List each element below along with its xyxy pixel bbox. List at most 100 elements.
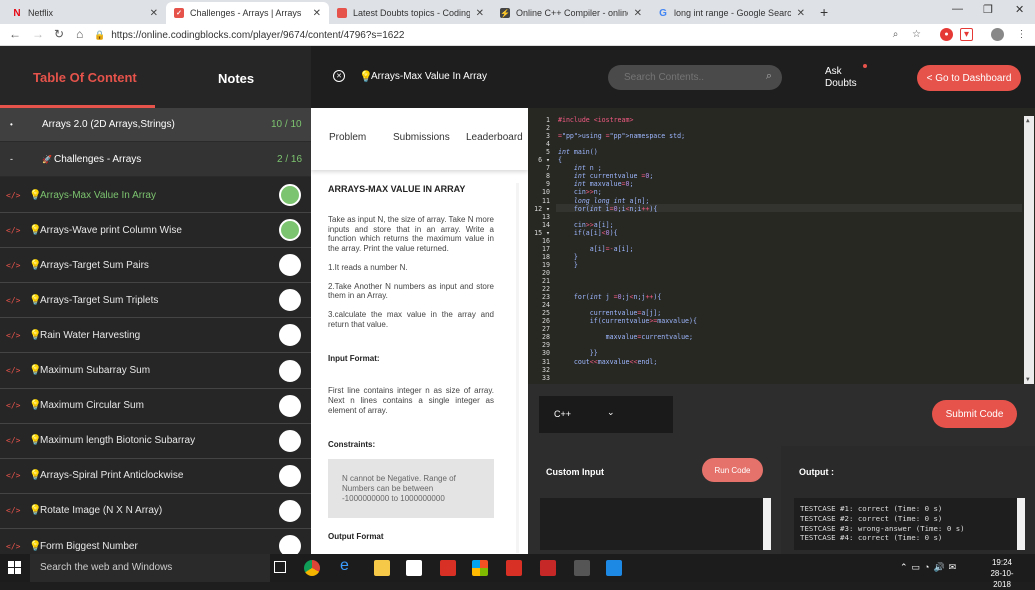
close-icon[interactable]: ✕ <box>150 8 158 19</box>
close-window-icon[interactable]: ✕ <box>1015 3 1024 16</box>
line-number: 29 <box>542 341 550 350</box>
extension-icon[interactable]: ● <box>940 28 953 41</box>
app-icon[interactable] <box>606 560 622 576</box>
shield-icon[interactable]: ▾ <box>960 28 973 41</box>
sidebar-item[interactable]: </> 💡 Maximum length Biotonic Subarray <box>0 424 311 459</box>
scroll-up-icon[interactable]: ▲ <box>1026 117 1030 124</box>
collapse-icon[interactable]: - <box>10 154 13 164</box>
output-line: TESTCASE #4: correct (Time: 0 s) <box>800 533 943 543</box>
close-icon[interactable]: ✕ <box>313 8 321 19</box>
reload-icon[interactable]: ↻ <box>54 27 64 41</box>
browser-tab[interactable]: G long int range - Google Search ✕ <box>650 2 813 24</box>
scroll-down-icon[interactable]: ▼ <box>1026 376 1030 383</box>
browser-tab[interactable]: N Netflix ✕ <box>4 2 166 24</box>
edge-icon[interactable]: e <box>340 557 356 574</box>
section-row[interactable]: • Arrays 2.0 (2D Arrays,Strings) 10 / 10 <box>0 108 311 142</box>
code-line: int currentvalue =0; <box>573 172 654 181</box>
chrome-icon[interactable] <box>304 560 320 576</box>
tab-submissions[interactable]: Submissions <box>393 132 450 143</box>
code-line: ="pp">using ="pp">namespace std; <box>558 132 686 141</box>
minimize-icon[interactable]: — <box>952 3 963 15</box>
input-format-text: First line contains integer n as size of… <box>328 386 494 415</box>
close-icon[interactable]: ✕ <box>634 8 642 19</box>
sidebar-item[interactable]: </> 💡 Arrays-Spiral Print Anticlockwise <box>0 459 311 494</box>
close-icon[interactable]: ✕ <box>797 8 805 19</box>
sidebar-item-label: Maximum Circular Sum <box>40 400 144 412</box>
go-to-dashboard-button[interactable]: < Go to Dashboard <box>917 65 1021 91</box>
browser-tab[interactable]: ⚡ Online C++ Compiler - online ed... ✕ <box>492 2 650 24</box>
tab-notes[interactable]: Notes <box>218 71 254 86</box>
task-view-icon[interactable] <box>274 561 286 573</box>
search-icon[interactable]: ⌕ <box>766 70 772 83</box>
sidebar-item[interactable]: </> 💡 Arrays-Max Value In Array <box>0 178 311 213</box>
scrollbar[interactable] <box>1017 498 1025 550</box>
maximize-icon[interactable]: ❐ <box>983 3 993 16</box>
close-icon[interactable]: ✕ <box>476 8 484 19</box>
clock[interactable]: 19:24 28-10-2018 <box>982 558 1022 590</box>
browser-tab-active[interactable]: ✓ Challenges - Arrays | Arrays ✕ <box>166 2 329 24</box>
output-line: TESTCASE #3: wrong-answer (Time: 0 s) <box>800 523 965 533</box>
expand-icon[interactable]: • <box>10 120 13 129</box>
sidebar-item[interactable]: </> 💡 Maximum Circular Sum <box>0 389 311 424</box>
editor-scrollbar[interactable]: ▲ ▼ <box>1024 116 1034 384</box>
code-icon: </> <box>6 506 21 516</box>
code-icon: </> <box>6 190 21 200</box>
back-icon[interactable]: ← <box>9 27 21 41</box>
app-icon[interactable] <box>472 560 488 576</box>
menu-icon[interactable]: ⋮ <box>1015 28 1028 41</box>
browser-tab[interactable]: Latest Doubts topics - Coding Bl... ✕ <box>329 2 492 24</box>
section-title: Arrays 2.0 (2D Arrays,Strings) <box>42 119 175 130</box>
custom-input-field[interactable] <box>540 498 770 550</box>
taskbar-search[interactable]: Search the web and Windows <box>30 554 270 582</box>
sidebar-item[interactable]: </> 💡 Rain Water Harvesting <box>0 318 311 354</box>
new-tab-button[interactable]: + <box>820 4 828 20</box>
code-line: } <box>558 252 578 261</box>
run-code-button[interactable]: Run Code <box>702 458 763 482</box>
sidebar-item[interactable]: </> 💡 Maximum Subarray Sum <box>0 354 311 389</box>
tray-icons[interactable]: ⌃▭◔🔊✉ <box>900 562 960 573</box>
sidebar-item[interactable]: </> 💡 Arrays-Target Sum Pairs <box>0 248 311 284</box>
store-icon[interactable] <box>406 560 422 576</box>
line-number: 28 <box>542 333 550 342</box>
tab-leaderboard[interactable]: Leaderboard <box>466 132 523 143</box>
ask-doubts-link[interactable]: Ask Doubts <box>825 66 865 90</box>
mail-icon[interactable] <box>440 560 456 576</box>
code-editor[interactable]: 1 #include <iostream> 2 3 ="pp">using ="pp">… <box>528 108 1035 384</box>
code-icon: </> <box>6 401 21 411</box>
zoom-icon[interactable]: ⌕ <box>889 28 902 41</box>
tab-table-of-content[interactable]: Table Of Content <box>33 70 137 85</box>
constraints-text: N cannot be Negative. Range of Numbers c… <box>342 474 456 503</box>
code-line: a[i]=-a[i]; <box>558 244 634 253</box>
code-line: cout<<maxvalue<<endl; <box>558 357 658 366</box>
status-circle <box>279 394 301 417</box>
app-icon[interactable] <box>574 560 590 576</box>
avatar[interactable] <box>991 28 1004 41</box>
url-text: https://online.codingblocks.com/player/9… <box>111 29 405 41</box>
scrollbar[interactable] <box>516 183 519 553</box>
forward-icon[interactable]: → <box>32 27 44 41</box>
status-circle <box>279 464 301 487</box>
star-icon[interactable]: ☆ <box>910 28 923 41</box>
submit-code-button[interactable]: Submit Code <box>932 400 1017 428</box>
tab-problem[interactable]: Problem <box>329 132 366 143</box>
antivirus-icon[interactable] <box>540 560 556 576</box>
search-input[interactable] <box>624 70 754 85</box>
sidebar-item[interactable]: </> 💡 Form Biggest Number <box>0 529 311 554</box>
address-bar[interactable]: 🔒 https://online.codingblocks.com/player… <box>94 27 932 43</box>
output-label: Output : <box>799 467 834 477</box>
line-number: 5 <box>546 148 550 157</box>
sidebar-item[interactable]: </> 💡 Arrays-Target Sum Triplets <box>0 283 311 319</box>
file-explorer-icon[interactable] <box>374 560 390 576</box>
pdf-icon[interactable] <box>506 560 522 576</box>
sidebar-item[interactable]: </> 💡 Rotate Image (N X N Array) <box>0 494 311 529</box>
language-select[interactable]: C++ ⌄ <box>539 396 673 433</box>
home-icon[interactable]: ⌂ <box>76 27 83 41</box>
subsection-row[interactable]: - 🚀 Challenges - Arrays 2 / 16 <box>0 142 311 177</box>
windows-start-icon[interactable] <box>8 561 21 574</box>
scrollbar[interactable] <box>763 498 771 550</box>
code-line: long long int a[n]; <box>573 196 650 205</box>
close-lesson-icon[interactable]: ✕ <box>333 70 345 82</box>
code-line: int maxvalue=0; <box>573 180 634 189</box>
sidebar-item[interactable]: </> 💡 Arrays-Wave print Column Wise <box>0 213 311 249</box>
search-box[interactable]: ⌕ <box>608 65 782 90</box>
